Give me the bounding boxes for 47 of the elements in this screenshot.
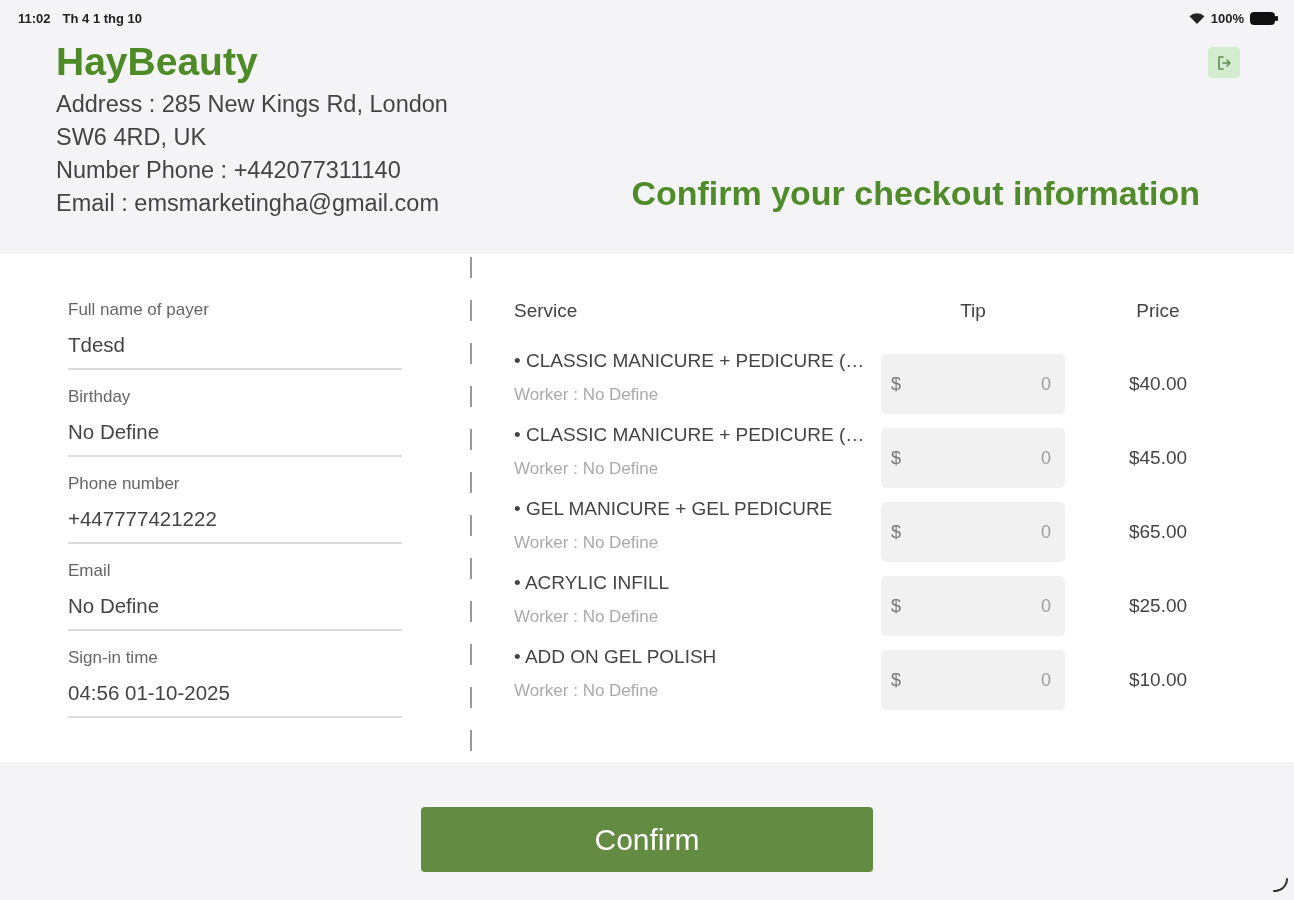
field-value: No Define [68, 420, 402, 457]
logout-button[interactable] [1208, 47, 1240, 78]
service-price: $45.00 [1128, 447, 1188, 469]
worker-label: Worker : No Define [514, 385, 659, 405]
salon-phone: Number Phone : +442077311140 [56, 156, 402, 185]
wifi-icon [1188, 12, 1205, 24]
worker-label: Worker : No Define [514, 681, 659, 701]
worker-label: Worker : No Define [514, 459, 659, 479]
salon-address: Address : 285 New Kings Rd, London SW6 4RD, UK [56, 90, 449, 152]
field-value: No Define [68, 594, 402, 631]
currency-symbol: $ [891, 670, 901, 690]
salon-email: Email : emsmarketingha@gmail.com [56, 189, 440, 218]
currency-symbol: $ [891, 596, 901, 616]
service-name: • ADD ON GEL POLISH [514, 646, 717, 668]
field-label: Phone number [68, 474, 181, 494]
field-label: Full name of payer [68, 300, 210, 320]
service-price: $25.00 [1128, 595, 1188, 617]
field-value: 04:56 01-10-2025 [68, 681, 402, 718]
field-value: Tdesd [68, 333, 402, 370]
salon-name: HayBeauty [56, 39, 259, 85]
status-date: Th 4 1 thg 10 [62, 10, 142, 26]
logout-icon [1216, 54, 1232, 71]
currency-symbol: $ [891, 522, 901, 542]
battery-percent: 100% [1210, 10, 1244, 26]
currency-symbol: $ [891, 448, 901, 468]
service-price: $40.00 [1128, 373, 1188, 395]
worker-label: Worker : No Define [514, 533, 659, 553]
column-header: Service [514, 300, 578, 322]
page-title: Confirm your checkout information [631, 173, 1200, 214]
worker-label: Worker : No Define [514, 607, 659, 627]
spinner-icon [1272, 877, 1288, 893]
column-header: Tip [960, 300, 986, 322]
field-label: Email [68, 561, 112, 581]
service-name: • CLASSIC MANICURE + PEDICURE (… [514, 424, 865, 446]
status-time: 11:02 [18, 10, 51, 26]
service-name: • GEL MANICURE + GEL PEDICURE [514, 498, 833, 520]
field-label: Sign-in time [68, 648, 159, 668]
currency-symbol: $ [891, 374, 901, 394]
field-value: +447777421222 [68, 507, 402, 544]
service-price: $65.00 [1128, 521, 1188, 543]
service-price: $10.00 [1128, 669, 1188, 691]
column-header: Price [1136, 300, 1180, 322]
field-label: Birthday [68, 387, 132, 407]
service-name: • CLASSIC MANICURE + PEDICURE (… [514, 350, 865, 372]
confirm-button[interactable]: Confirm [421, 807, 873, 872]
battery-icon [1250, 11, 1278, 25]
service-name: • ACRYLIC INFILL [514, 572, 670, 594]
